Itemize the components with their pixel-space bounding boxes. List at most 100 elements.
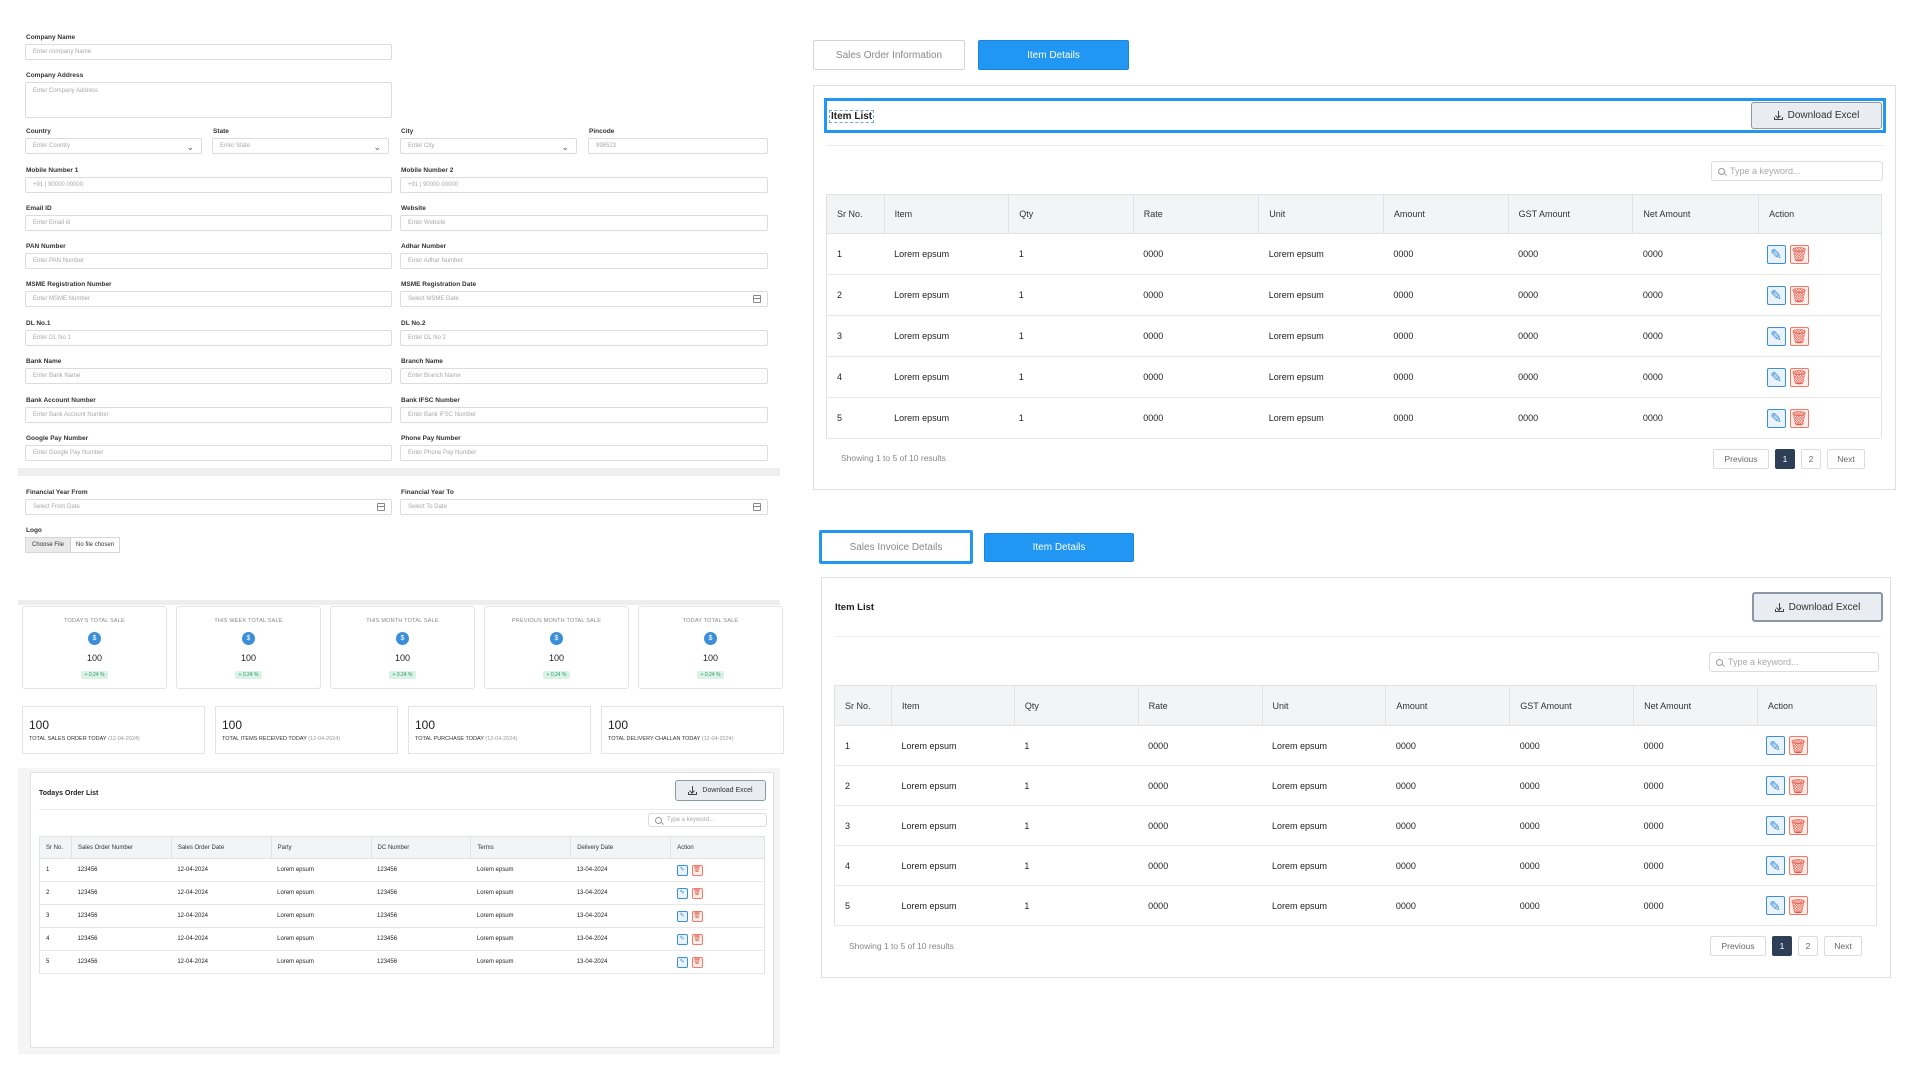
branch-name-input[interactable]: Enter Branch Name [400, 368, 768, 384]
edit-icon[interactable]: ✎ [676, 956, 688, 968]
edit-icon[interactable]: ✎ [676, 910, 688, 922]
company-name-input[interactable]: Enter company Name [25, 44, 392, 60]
next-page-button[interactable]: Next [1827, 449, 1865, 469]
orders-search-input[interactable]: Type a keyword... [648, 813, 767, 827]
table-cell: 2 [826, 274, 885, 316]
trash-icon[interactable]: 🗑 [691, 956, 703, 968]
fy-to-input[interactable]: Select To Date [400, 499, 768, 515]
edit-icon[interactable]: ✎ [1766, 408, 1786, 428]
trash-icon[interactable]: 🗑 [691, 910, 703, 922]
pincode-input[interactable]: 998523 [588, 138, 768, 154]
edit-icon[interactable]: ✎ [1766, 326, 1786, 346]
pan-input[interactable]: Enter PAN Number [25, 253, 392, 269]
next-page-button[interactable]: Next [1824, 936, 1862, 956]
ifsc-input[interactable]: Enter Bank IFSC Number [400, 407, 768, 423]
trash-icon[interactable]: 🗑 [691, 933, 703, 945]
bank-name-input[interactable]: Enter Bank Name [25, 368, 392, 384]
total-date: (12-04-2024) [485, 736, 518, 742]
table-cell: 13-04-2024 [570, 904, 671, 928]
total-card: 100 TOTAL ITEMS RECEIVED TODAY (12-04-202… [215, 706, 398, 754]
trash-icon[interactable]: 🗑 [1789, 408, 1809, 428]
mobile2-input[interactable]: +91 | 90000 00000 [400, 177, 768, 193]
orders-download-button[interactable]: Download Excel [675, 780, 766, 801]
email-input[interactable]: Enter Email id [25, 215, 392, 231]
sales-invoice-download-button[interactable]: Download Excel [1752, 592, 1883, 622]
adhar-input[interactable]: Enter Adhar Number [400, 253, 768, 269]
sales-order-search-input[interactable]: Type a keyword... [1711, 161, 1883, 181]
page-1-button[interactable]: 1 [1772, 936, 1792, 956]
tab-sales-invoice-details[interactable]: Sales Invoice Details [819, 530, 973, 564]
city-select[interactable]: Enter City ⌄ [400, 138, 577, 154]
trash-icon[interactable]: 🗑 [1789, 285, 1809, 305]
page-2-button[interactable]: 2 [1798, 936, 1818, 956]
trash-icon[interactable]: 🗑 [691, 864, 703, 876]
mobile1-input[interactable]: +91 | 90000 00000 [25, 177, 392, 193]
table-row: 2 123456 12-04-2024 Lorem epsum 123456 Lorem … [39, 881, 765, 905]
table-cell: 0000 [1633, 725, 1758, 766]
country-select[interactable]: Enter Country ⌄ [25, 138, 202, 154]
msme-date-value: Select MSME Date [408, 296, 459, 302]
website-input[interactable]: Enter Website [400, 215, 768, 231]
dl1-input[interactable]: Enter DL No 1 [25, 330, 392, 346]
edit-icon[interactable]: ✎ [676, 933, 688, 945]
table-cell: 1 [1014, 805, 1139, 846]
edit-icon[interactable]: ✎ [1765, 776, 1785, 795]
sales-order-download-button[interactable]: Download Excel [1751, 102, 1882, 129]
edit-icon[interactable]: ✎ [1765, 736, 1785, 755]
state-select[interactable]: Enter State ⌄ [212, 138, 389, 154]
edit-icon[interactable]: ✎ [1765, 856, 1785, 875]
stat-value: 100 [548, 653, 565, 663]
website-label: Website [401, 205, 426, 212]
edit-icon[interactable]: ✎ [676, 887, 688, 899]
account-number-input[interactable]: Enter Bank Account Number [25, 407, 392, 423]
table-cell: Lorem epsum [891, 765, 1015, 806]
tab-item-details[interactable]: Item Details [978, 40, 1129, 70]
trash-icon[interactable]: 🗑 [1788, 856, 1808, 875]
previous-page-button[interactable]: Previous [1713, 449, 1769, 469]
trash-icon[interactable]: 🗑 [1788, 736, 1808, 755]
phonepe-input[interactable]: Enter Phone Pay Number [400, 445, 768, 461]
trash-icon[interactable]: 🗑 [1788, 776, 1808, 795]
logo-file-input[interactable]: Choose File No file chosen [25, 537, 121, 553]
edit-icon[interactable]: ✎ [676, 864, 688, 876]
total-value: 100 [415, 718, 436, 732]
dl2-input[interactable]: Enter DL No 2 [400, 330, 768, 346]
table-cell: 1 [1008, 315, 1134, 357]
trash-icon[interactable]: 🗑 [1789, 326, 1809, 346]
sales-invoice-search-input[interactable]: Type a keyword... [1709, 652, 1879, 672]
edit-icon[interactable]: ✎ [1765, 816, 1785, 835]
trash-icon[interactable]: 🗑 [1788, 816, 1808, 835]
choose-file-button[interactable]: Choose File [26, 538, 72, 552]
table-row: 5 123456 12-04-2024 Lorem epsum 123456 Lorem … [39, 950, 765, 974]
table-cell: Lorem epsum [1258, 356, 1384, 398]
trash-icon[interactable]: 🗑 [1789, 367, 1809, 387]
action-cell: ✎ 🗑 [1757, 725, 1877, 766]
edit-icon[interactable]: ✎ [1766, 367, 1786, 387]
msme-number-input[interactable]: Enter MSME Number [25, 291, 392, 307]
edit-icon[interactable]: ✎ [1766, 244, 1786, 264]
table-cell: 1 [834, 725, 892, 766]
trash-icon[interactable]: 🗑 [1788, 896, 1808, 915]
trash-icon[interactable]: 🗑 [1789, 244, 1809, 264]
fy-from-input[interactable]: Select From Date [25, 499, 392, 515]
table-cell: Lorem epsum [271, 858, 372, 882]
trash-icon[interactable]: 🗑 [691, 887, 703, 899]
tab-invoice-item-details[interactable]: Item Details [984, 533, 1134, 562]
table-cell: 0000 [1133, 356, 1259, 398]
tab-sales-order-information[interactable]: Sales Order Information [813, 40, 965, 70]
edit-icon[interactable]: ✎ [1765, 896, 1785, 915]
table-cell: 0000 [1508, 315, 1633, 357]
company-address-input[interactable]: Enter Company Address [25, 82, 392, 118]
gpay-input[interactable]: Enter Google Pay Number [25, 445, 392, 461]
page-2-button[interactable]: 2 [1801, 449, 1821, 469]
page-1-button[interactable]: 1 [1775, 449, 1795, 469]
table-cell: 2 [834, 765, 892, 806]
msme-date-input[interactable]: Select MSME Date [400, 291, 768, 307]
table-cell: 1 [1014, 845, 1139, 886]
table-body: 1 Lorem epsum 1 0000 Lorem epsum 0000 0000 0000… [826, 233, 1882, 439]
column-header: Action [670, 836, 765, 859]
column-header: Action [1758, 194, 1882, 234]
pincode-label: Pincode [589, 128, 615, 135]
edit-icon[interactable]: ✎ [1766, 285, 1786, 305]
previous-page-button[interactable]: Previous [1710, 936, 1766, 956]
